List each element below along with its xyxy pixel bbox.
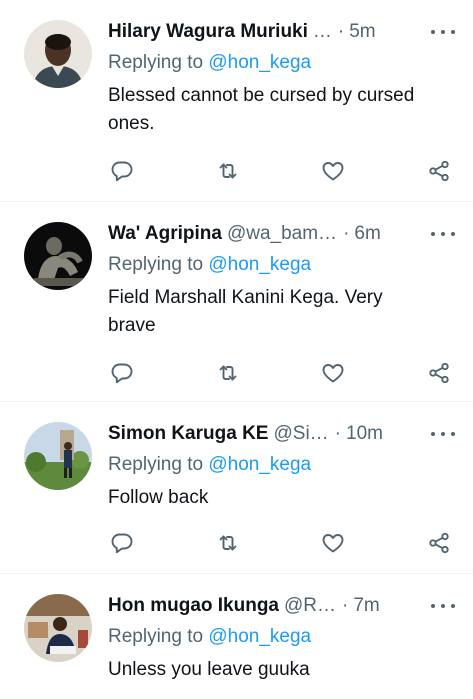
display-name[interactable]: Wa' Agripina (108, 222, 222, 246)
share-icon (429, 160, 449, 182)
tweet-header: Hon mugao Ikunga @R… · 7m (108, 594, 453, 618)
like-button[interactable] (319, 359, 347, 387)
like-button[interactable] (319, 529, 347, 557)
retweet-icon (219, 535, 237, 551)
like-button[interactable] (319, 157, 347, 185)
reply-tweet[interactable]: Simon Karuga KE @Si… · 10m Replying to @… (0, 402, 473, 574)
reply-button[interactable] (108, 359, 136, 387)
reply-tweet[interactable]: Hon mugao Ikunga @R… · 7m Replying to @h… (0, 574, 473, 699)
reply-tweet[interactable]: Wa' Agripina @wa_bam… · 6m Replying to @… (0, 202, 473, 402)
separator-dot: · (343, 223, 350, 244)
reply-button[interactable] (108, 529, 136, 557)
share-button[interactable] (425, 157, 453, 185)
more-options-icon[interactable] (431, 226, 455, 242)
retweet-icon (219, 365, 237, 381)
replying-to-label: Replying to (108, 454, 204, 475)
reply-tweet[interactable]: Hilary Wagura Muriuki … · 5m Replying to… (0, 0, 473, 202)
display-name[interactable]: Simon Karuga KE (108, 422, 268, 446)
replying-to-label: Replying to (108, 52, 204, 73)
tweet-text: Follow back (108, 487, 209, 508)
more-options-icon[interactable] (431, 426, 455, 442)
separator-dot: · (334, 423, 341, 444)
reply-icon (111, 363, 133, 384)
more-options-icon[interactable] (431, 598, 455, 614)
replying-to-label: Replying to (108, 626, 204, 647)
display-name[interactable]: Hilary Wagura Muriuki (108, 20, 308, 44)
reply-icon (111, 161, 133, 182)
heart-icon (322, 364, 344, 383)
timestamp[interactable]: 5m (349, 20, 375, 44)
retweet-button[interactable] (214, 359, 242, 387)
more-options-icon[interactable] (431, 24, 455, 40)
replying-to-label: Replying to (108, 254, 204, 275)
action-bar (108, 529, 453, 557)
share-icon (429, 362, 449, 384)
reply-button[interactable] (108, 157, 136, 185)
heart-icon (322, 534, 344, 553)
replying-to-line: Replying to @hon_kega (108, 625, 453, 649)
tweet-text: Unless you leave guuka (108, 659, 310, 680)
tweet-header: Wa' Agripina @wa_bam… · 6m (108, 222, 453, 246)
avatar[interactable] (24, 594, 92, 662)
mention-link[interactable]: @hon_kega (208, 52, 311, 73)
mention-link[interactable]: @hon_kega (208, 254, 311, 275)
share-icon (429, 532, 449, 554)
display-name[interactable]: Hon mugao Ikunga (108, 594, 279, 618)
tweet-header: Simon Karuga KE @Si… · 10m (108, 422, 453, 446)
mention-link[interactable]: @hon_kega (208, 626, 311, 647)
separator-dot: · (342, 595, 349, 616)
timestamp[interactable]: 7m (353, 594, 379, 618)
user-handle[interactable]: @Si… (273, 422, 328, 446)
share-button[interactable] (425, 529, 453, 557)
action-bar (108, 157, 453, 185)
replying-to-line: Replying to @hon_kega (108, 253, 453, 277)
tweet-header: Hilary Wagura Muriuki … · 5m (108, 20, 453, 44)
retweet-button[interactable] (214, 529, 242, 557)
replies-feed: Hilary Wagura Muriuki … · 5m Replying to… (0, 0, 473, 699)
mention-link[interactable]: @hon_kega (208, 454, 311, 475)
share-button[interactable] (425, 359, 453, 387)
replying-to-line: Replying to @hon_kega (108, 453, 453, 477)
avatar[interactable] (24, 422, 92, 490)
action-bar (108, 359, 453, 387)
retweet-icon (219, 163, 237, 179)
avatar[interactable] (24, 222, 92, 290)
replying-to-line: Replying to @hon_kega (108, 51, 453, 75)
retweet-button[interactable] (214, 157, 242, 185)
user-handle[interactable]: @wa_bam… (227, 222, 337, 246)
user-handle[interactable]: … (313, 20, 332, 44)
heart-icon (322, 162, 344, 181)
separator-dot: · (337, 21, 345, 42)
tweet-text: Blessed cannot be cursed by cursed ones. (108, 85, 415, 134)
timestamp[interactable]: 10m (346, 422, 383, 446)
user-handle[interactable]: @R… (284, 594, 336, 618)
avatar[interactable] (24, 20, 92, 88)
timestamp[interactable]: 6m (354, 222, 380, 246)
tweet-text: Field Marshall Kanini Kega. Very brave (108, 287, 383, 336)
reply-icon (111, 533, 133, 554)
